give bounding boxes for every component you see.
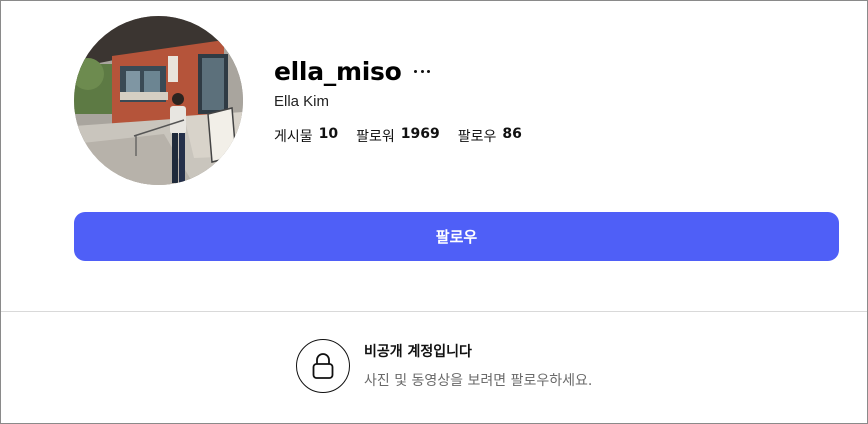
stat-label: 팔로우 <box>457 129 497 145</box>
profile-page: ella_miso Ella Kim 게시물 10 팔로워 1969 팔로우 8… <box>0 0 868 424</box>
stat-value: 86 <box>502 126 522 142</box>
stat-value: 1969 <box>400 126 440 142</box>
private-description: 사진 및 동영상을 보려면 팔로우하세요. <box>364 372 593 389</box>
stat-posts[interactable]: 게시물 10 <box>274 126 338 146</box>
stat-followers[interactable]: 팔로워 1969 <box>356 126 440 146</box>
full-name: Ella Kim <box>274 93 330 110</box>
section-divider <box>1 311 867 312</box>
profile-stats: 게시물 10 팔로워 1969 팔로우 86 <box>274 126 522 146</box>
private-title: 비공개 계정입니다 <box>364 343 472 360</box>
lock-icon <box>296 339 350 393</box>
stat-following[interactable]: 팔로우 86 <box>458 126 522 146</box>
stat-label: 팔로워 <box>356 129 395 145</box>
follow-button[interactable]: 팔로우 <box>74 212 839 261</box>
private-account-notice: 비공개 계정입니다 사진 및 동영상을 보려면 팔로우하세요. <box>296 339 592 393</box>
username-row: ella_miso <box>274 56 431 86</box>
username: ella_miso <box>274 56 402 86</box>
more-horizontal-icon[interactable] <box>414 61 431 81</box>
avatar[interactable] <box>74 16 243 185</box>
stat-value: 10 <box>318 126 339 142</box>
stat-label: 게시물 <box>274 129 313 145</box>
avatar-photo <box>74 16 243 185</box>
